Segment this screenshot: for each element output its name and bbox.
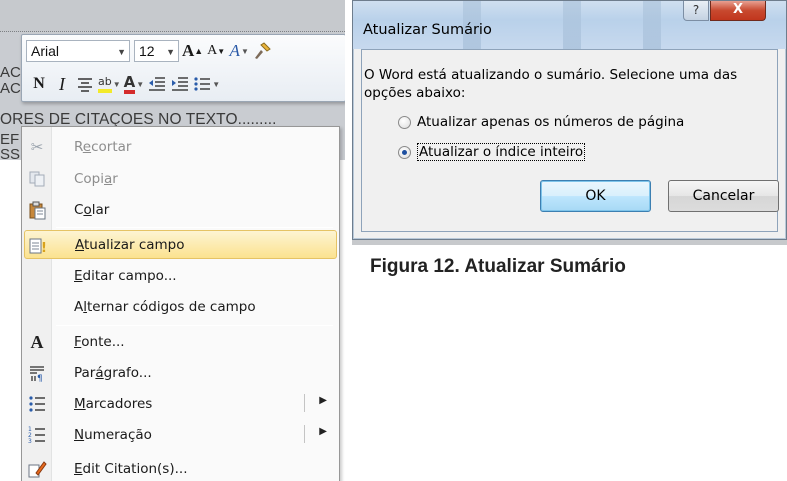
highlight-icon: ab	[98, 75, 112, 93]
menu-item-editar-campo[interactable]: Editar campo...	[24, 261, 337, 290]
menu-item-paragrafo[interactable]: ¶ Parágrafo...	[24, 358, 337, 387]
option-label: Atualizar o índice inteiro	[417, 143, 586, 161]
cancel-button[interactable]: Cancelar	[668, 180, 779, 212]
font-icon: A	[30, 331, 44, 352]
titlebar-glass-stripe	[643, 1, 661, 49]
font-color-button[interactable]: A ▼	[123, 72, 145, 96]
option-entire-table[interactable]: Atualizar o índice inteiro	[398, 143, 586, 161]
dialog-title: Atualizar Sumário	[363, 22, 492, 38]
font-size-value: 12	[139, 43, 155, 59]
pencil-icon	[26, 458, 48, 480]
chevron-down-icon[interactable]: ▼	[117, 41, 126, 63]
decrease-indent-icon	[149, 77, 166, 91]
chevron-down-icon: ▼	[240, 46, 249, 56]
mini-formatting-toolbar: Arial ▼ 12 ▼ A ▲ A ▼ A ▼ N I ab ▼ A ▼ ▼	[21, 34, 345, 102]
menu-item-numeracao[interactable]: 123 Numeração ▶	[24, 420, 337, 449]
decrease-indent-button[interactable]	[147, 72, 167, 96]
submenu-divider	[304, 425, 305, 443]
menu-item-marcadores[interactable]: Marcadores ▶	[24, 389, 337, 418]
styles-icon: A	[229, 41, 240, 60]
menu-item-label: Numeração	[74, 426, 152, 443]
font-size-combo[interactable]: 12 ▼	[134, 40, 179, 62]
update-field-icon: !	[27, 235, 49, 257]
submenu-arrow-icon[interactable]: ▶	[319, 395, 327, 406]
font-color-icon: A	[123, 74, 136, 94]
document-text-line: AC	[0, 80, 21, 97]
menu-item-label: Atualizar campo	[75, 236, 185, 253]
menu-item-fonte[interactable]: A Fonte...	[24, 327, 337, 356]
radio-page-numbers-only[interactable]	[398, 115, 411, 129]
menu-item-copiar[interactable]: Copiar	[24, 164, 337, 193]
styles-button[interactable]: A ▼	[229, 39, 249, 63]
chevron-down-icon: ▼	[212, 79, 221, 89]
grow-font-button[interactable]: A ▲	[182, 39, 203, 63]
menu-item-label: Colar	[74, 201, 110, 218]
dialog-message: O Word está atualizando o sumário. Selec…	[364, 67, 738, 101]
chevron-down-icon[interactable]: ▼	[166, 41, 175, 63]
font-name-combo[interactable]: Arial ▼	[26, 40, 130, 62]
radio-entire-table[interactable]	[398, 145, 411, 159]
toolbar-row-1: Arial ▼ 12 ▼ A ▲ A ▼ A ▼	[26, 38, 272, 64]
document-text-line: SS	[0, 146, 21, 163]
format-painter-button[interactable]	[252, 39, 272, 63]
shrink-font-button[interactable]: A ▼	[206, 39, 226, 63]
align-center-button[interactable]	[75, 72, 95, 96]
context-menu: ✂ Recortar Copiar Colar ! Atualizar camp…	[21, 126, 340, 481]
bullets-icon	[194, 77, 211, 91]
menu-item-label: Parágrafo...	[74, 364, 152, 381]
highlight-button[interactable]: ab ▼	[98, 72, 121, 96]
close-button[interactable]: X	[710, 1, 766, 21]
help-button[interactable]: ?	[683, 1, 709, 21]
menu-item-label: Fonte...	[74, 333, 125, 350]
font-name-value: Arial	[31, 43, 60, 59]
menu-item-alternar-codigos[interactable]: Alternar códigos de campo	[24, 292, 337, 321]
chevron-down-icon: ▼	[112, 79, 121, 89]
menu-separator	[56, 227, 333, 228]
toolbar-row-2: N I ab ▼ A ▼ ▼	[26, 71, 220, 97]
italic-button[interactable]: I	[52, 72, 72, 96]
increase-indent-icon	[172, 77, 189, 91]
menu-separator	[56, 325, 333, 326]
menu-item-label: Marcadores	[74, 395, 153, 412]
option-page-numbers-only[interactable]: Atualizar apenas os números de página	[398, 114, 684, 130]
menu-item-label: Copiar	[74, 170, 118, 187]
bold-button[interactable]: N	[29, 72, 49, 96]
increase-indent-button[interactable]	[170, 72, 190, 96]
paragraph-icon: ¶	[26, 362, 48, 384]
svg-text:3: 3	[28, 438, 32, 444]
format-painter-icon	[255, 42, 271, 59]
titlebar-glass-stripe	[563, 1, 581, 49]
svg-text:!: !	[41, 241, 47, 256]
option-label: Atualizar apenas os números de página	[417, 114, 685, 130]
menu-item-label: Edit Citation(s)...	[74, 460, 188, 477]
paste-icon	[26, 199, 48, 221]
scissors-icon: ✂	[30, 138, 44, 156]
menu-item-recortar[interactable]: ✂ Recortar	[24, 132, 337, 161]
document-strip-below-dialog	[352, 240, 787, 245]
menu-item-atualizar-campo[interactable]: ! Atualizar campo	[24, 230, 337, 259]
chevron-down-icon: ▼	[136, 79, 145, 89]
menu-item-label: Editar campo...	[74, 267, 177, 284]
shrink-font-icon: A	[207, 43, 218, 58]
copy-icon	[26, 168, 48, 190]
word-document-area: AC AC ORES DE CITAÇOES NO TEXTO.........…	[0, 0, 345, 481]
svg-text:¶: ¶	[37, 374, 43, 382]
document-header-band	[0, 0, 345, 32]
submenu-divider	[304, 394, 305, 412]
ok-button[interactable]: OK	[540, 180, 651, 212]
align-center-icon	[78, 78, 92, 92]
document-text-line: AC	[0, 64, 21, 81]
bullets-button[interactable]: ▼	[193, 72, 220, 96]
submenu-arrow-icon[interactable]: ▶	[319, 426, 327, 437]
figure-caption: Figura 12. Atualizar Sumário	[370, 256, 626, 277]
bullets-icon	[26, 393, 48, 415]
menu-item-colar[interactable]: Colar	[24, 195, 337, 224]
menu-item-edit-citations[interactable]: Edit Citation(s)...	[24, 454, 337, 481]
grow-font-icon: A	[182, 41, 195, 60]
menu-item-label: Alternar códigos de campo	[74, 298, 256, 315]
menu-item-label: Recortar	[74, 138, 132, 155]
numbering-icon: 123	[26, 424, 48, 446]
